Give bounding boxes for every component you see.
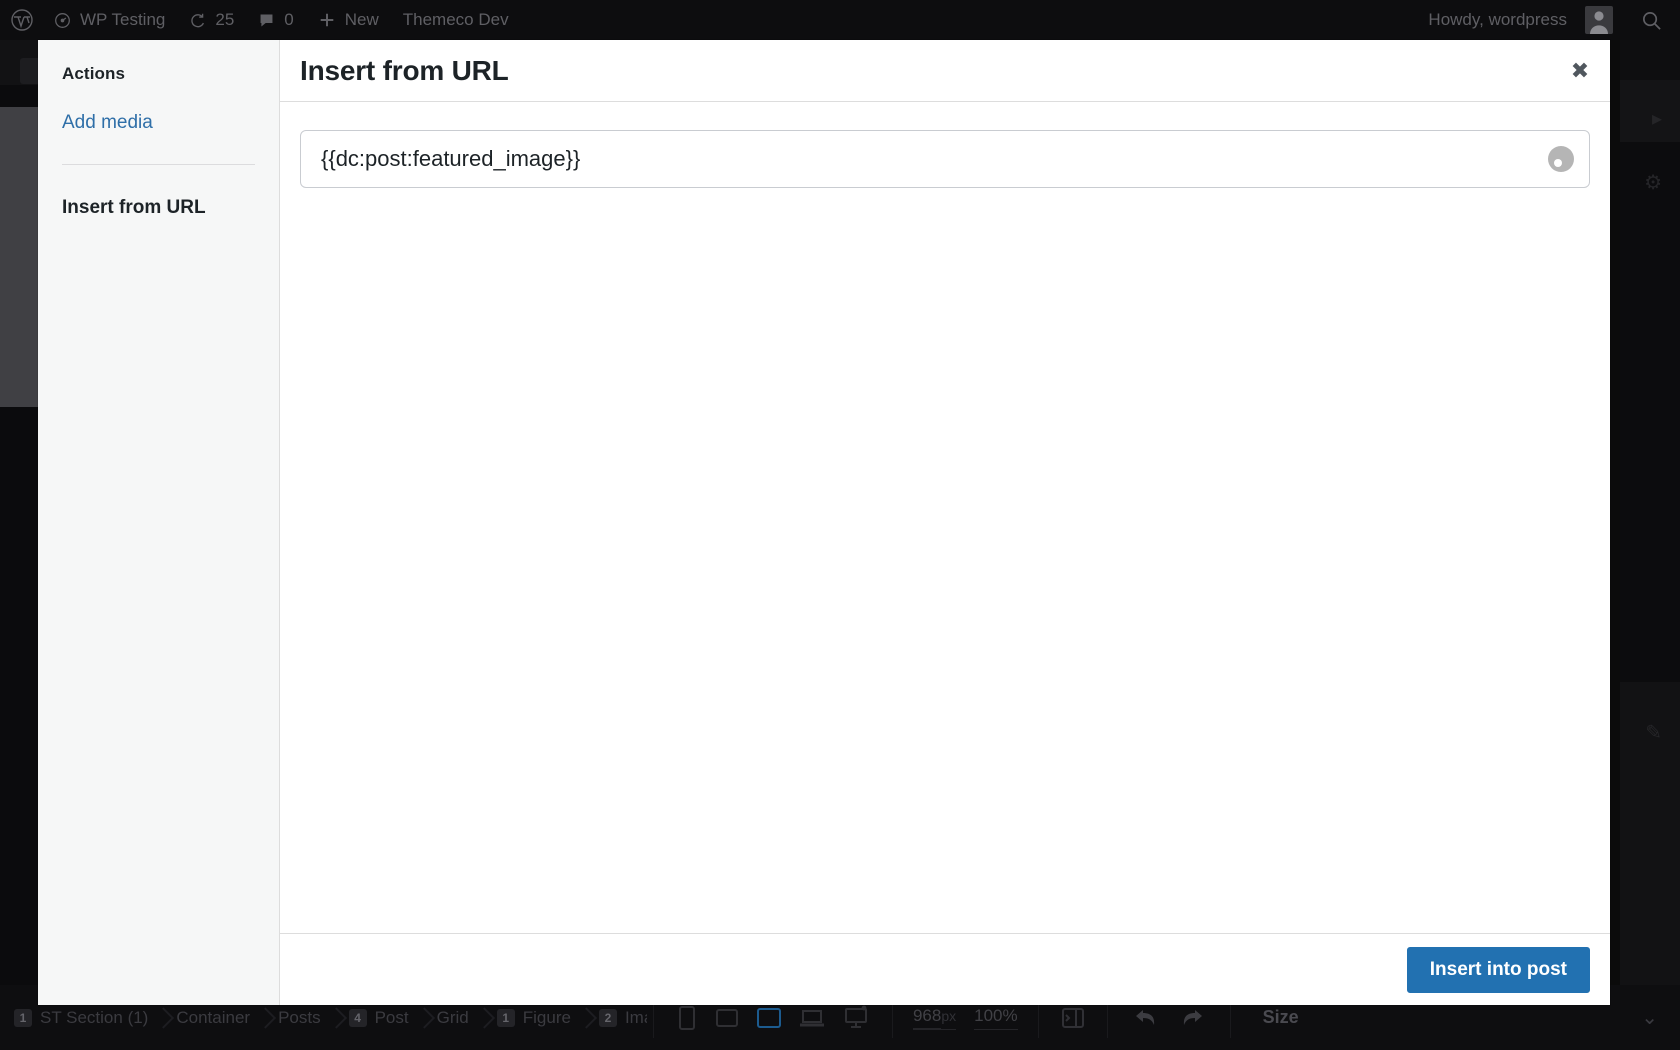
breadcrumb-badge: 2 (598, 1008, 617, 1027)
size-control[interactable]: Size ⌄ (1237, 1005, 1680, 1030)
adminbar-new-label: New (344, 10, 379, 29)
adminbar-howdy-label: Howdy, wordpress (1428, 10, 1567, 29)
adminbar-themeco-label: Themeco Dev (402, 10, 509, 29)
sidebar-item-insert-from-url[interactable]: Insert from URL (62, 197, 255, 219)
breadcrumb-badge: 1 (496, 1008, 515, 1027)
breadcrumb-label: Figure (522, 1007, 571, 1027)
redo-icon[interactable] (1180, 1007, 1204, 1029)
adminbar-right-group: Howdy, wordpress (1416, 0, 1680, 40)
undo-icon[interactable] (1134, 1007, 1158, 1029)
breadcrumb-label: Post (374, 1007, 409, 1027)
search-icon[interactable] (1625, 0, 1680, 40)
chevron-down-icon[interactable]: ⌄ (1641, 1005, 1658, 1030)
panel-toggle-icon[interactable] (1045, 1006, 1101, 1030)
right-rail-section-middle (1620, 142, 1680, 682)
modal-sidebar: Actions Add media Insert from URL (38, 40, 280, 1005)
breadcrumb-badge: 4 (348, 1008, 367, 1027)
comments-icon (258, 12, 275, 29)
phone-preview-icon[interactable] (676, 1005, 698, 1031)
url-field-wrap (300, 130, 1590, 188)
modal-content (280, 102, 1610, 933)
viewport-measurements: 968px 100% (899, 1005, 1032, 1030)
sidebar-item-add-media[interactable]: Add media (62, 112, 255, 134)
dashboard-icon (54, 12, 71, 29)
url-input[interactable] (300, 130, 1590, 188)
wordpress-logo-icon[interactable] (0, 0, 42, 40)
modal-main: Insert from URL ✖ Insert into post (280, 40, 1610, 1005)
adminbar-item-new[interactable]: New (306, 0, 391, 40)
viewport-width-unit: px (941, 1007, 957, 1024)
adminbar-item-comments[interactable]: 0 (246, 0, 305, 40)
insert-into-post-button[interactable]: Insert into post (1406, 946, 1590, 993)
modal-header: Insert from URL ✖ (280, 40, 1610, 102)
laptop-preview-icon[interactable] (798, 1005, 826, 1031)
adminbar-item-updates[interactable]: 25 (177, 0, 246, 40)
builder-right-rail: ▸ ⚙ ✎ (1620, 40, 1680, 1025)
breadcrumb-label: Grid (436, 1007, 469, 1027)
builder-left-rail-panel (0, 107, 38, 407)
wp-admin-bar: WP Testing 25 0 New Themeco Dev Howdy, w… (0, 0, 1680, 40)
device-preview-group (660, 1005, 886, 1031)
dynamic-content-indicator-icon[interactable] (1548, 146, 1574, 172)
viewport-width-value[interactable]: 968px (912, 1005, 957, 1030)
adminbar-item-themeco[interactable]: Themeco Dev (391, 0, 521, 40)
desktop-preview-icon[interactable] (842, 1005, 870, 1031)
zoom-level-value[interactable]: 100% (974, 1006, 1018, 1030)
breadcrumb-label: Posts (278, 1007, 321, 1027)
undo-redo-group (1114, 1007, 1224, 1029)
page-title: Insert from URL (300, 54, 509, 86)
sidebar-divider (62, 164, 255, 165)
modal-footer: Insert into post (280, 933, 1610, 1005)
updates-icon (189, 12, 206, 29)
breadcrumb-label: Image (624, 1007, 647, 1027)
breadcrumb-badge: 1 (14, 1008, 32, 1027)
adminbar-site-name: WP Testing (80, 10, 166, 29)
adminbar-updates-count: 25 (215, 10, 235, 29)
plus-icon (318, 11, 336, 29)
tablet-preview-icon[interactable] (714, 1005, 740, 1031)
edit-icon: ✎ (1645, 722, 1662, 744)
size-label: Size (1262, 1007, 1299, 1027)
right-rail-section-top (1620, 80, 1680, 142)
breadcrumb-label: Container (176, 1007, 251, 1027)
user-avatar-icon (1585, 6, 1613, 34)
play-icon: ▸ (1651, 108, 1662, 130)
adminbar-item-site[interactable]: WP Testing (42, 0, 177, 40)
tablet-landscape-preview-icon[interactable] (756, 1005, 782, 1031)
close-icon[interactable]: ✖ (1550, 40, 1610, 102)
breadcrumb-label: ST Section (1) (40, 1007, 149, 1027)
gear-icon: ⚙ (1644, 172, 1662, 194)
adminbar-my-account[interactable]: Howdy, wordpress (1416, 0, 1625, 40)
sidebar-heading-actions: Actions (62, 64, 126, 83)
modal-body: Actions Add media Insert from URL Insert… (38, 40, 1610, 1005)
insert-from-url-modal: Actions Add media Insert from URL Insert… (38, 40, 1610, 1005)
adminbar-comments-count: 0 (284, 10, 294, 29)
